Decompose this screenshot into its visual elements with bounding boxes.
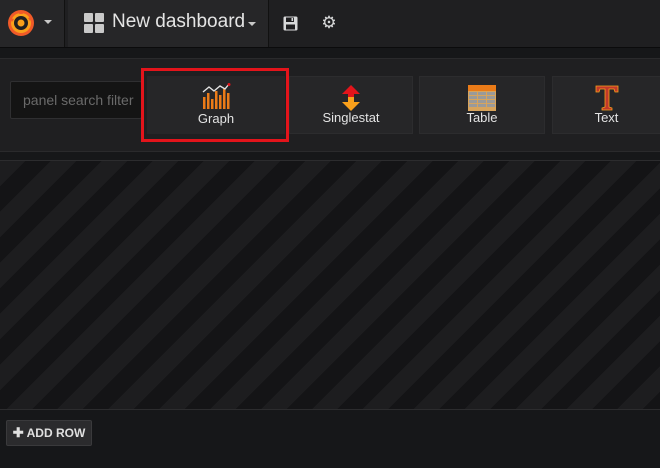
dashboard-title: New dashboard: [112, 11, 246, 32]
grafana-menu-button[interactable]: [0, 0, 65, 47]
table-icon: [468, 85, 496, 111]
gear-icon[interactable]: ⚙: [318, 12, 340, 34]
panel-type-label: Singlestat: [322, 110, 380, 125]
dashboard-row-placeholder: [0, 160, 660, 410]
chevron-down-icon: [248, 22, 256, 26]
singlestat-icon: [342, 85, 360, 111]
chevron-down-icon: [44, 20, 52, 24]
panel-type-singlestat[interactable]: Singlestat: [289, 76, 413, 134]
panel-chooser: Graph Singlestat Table Text: [0, 58, 660, 152]
top-navbar: New dashboard ⚙: [0, 0, 660, 48]
panel-type-table[interactable]: Table: [419, 76, 545, 134]
save-icon[interactable]: [279, 12, 301, 34]
panel-type-label: Text: [594, 110, 619, 125]
dashboard-title-button[interactable]: New dashboard: [68, 0, 269, 47]
text-icon: [595, 85, 618, 111]
panel-type-text[interactable]: Text: [552, 76, 660, 134]
panel-type-graph[interactable]: Graph: [147, 76, 285, 134]
panel-type-label: Table: [466, 110, 498, 125]
dashboard-grid-icon: [84, 13, 104, 33]
plus-icon: ✚: [12, 425, 24, 440]
grafana-logo-icon: [8, 10, 34, 36]
add-row-label: ADD ROW: [26, 426, 86, 440]
panel-type-label: Graph: [197, 111, 235, 126]
panel-search-input[interactable]: [10, 81, 142, 119]
add-row-button[interactable]: ✚ ADD ROW: [6, 420, 92, 446]
graph-icon: [202, 83, 231, 109]
